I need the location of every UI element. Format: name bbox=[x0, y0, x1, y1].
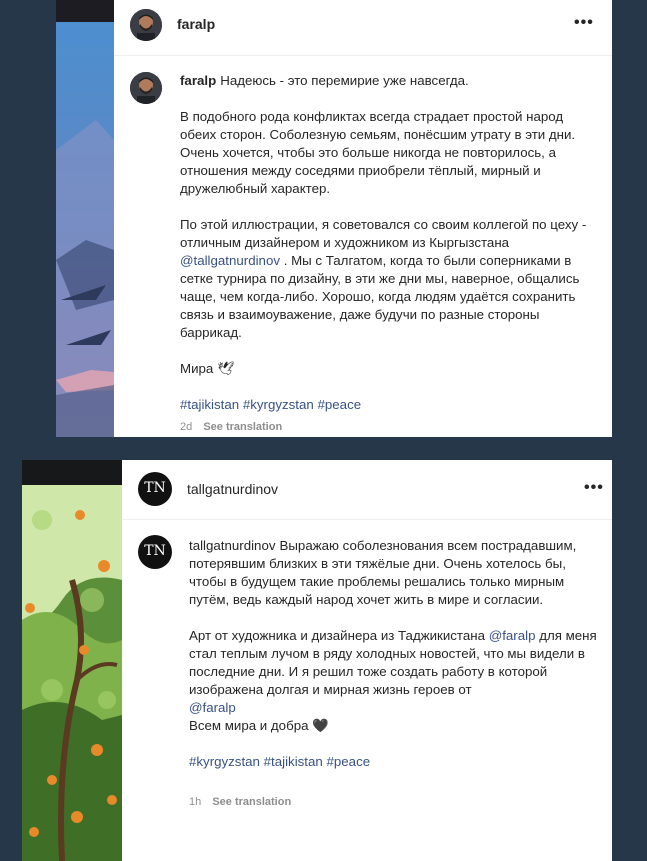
hashtag-link[interactable]: #tajikistan bbox=[264, 754, 323, 769]
post-image-illustration[interactable] bbox=[56, 0, 114, 437]
hashtags: #kyrgyzstan #tajikistan #peace bbox=[189, 753, 599, 771]
timestamp[interactable]: 2d bbox=[180, 421, 192, 433]
hashtags: #tajikistan #kyrgyzstan #peace bbox=[180, 396, 598, 414]
caption-paragraph: tallgatnurdinov Выражаю соболезнования вс… bbox=[189, 537, 599, 609]
post-panel-tallgatnurdinov: TN tallgatnurdinov ••• TN tallgatnurdino… bbox=[122, 460, 612, 861]
caption-paragraph: Мира 🕊 bbox=[180, 361, 234, 376]
caption-username[interactable]: tallgatnurdinov bbox=[189, 538, 276, 553]
post-panel-faralp: faralp ••• faralp Надеюсь - это перемирие… bbox=[114, 0, 612, 437]
avatar-photo-icon bbox=[130, 72, 162, 104]
see-translation-button[interactable]: See translation bbox=[203, 421, 282, 433]
avatar-monogram: TN bbox=[144, 480, 166, 496]
hashtag-link[interactable]: #peace bbox=[327, 754, 371, 769]
post-header: TN tallgatnurdinov ••• bbox=[122, 460, 612, 520]
caption-text: Арт от художника и дизайнера из Таджикис… bbox=[189, 628, 486, 643]
more-options-icon[interactable]: ••• bbox=[584, 479, 604, 497]
comment-meta: 1h See translation bbox=[189, 796, 291, 808]
post-card-faralp: faralp ••• faralp Надеюсь - это перемирие… bbox=[56, 0, 612, 437]
caption-username[interactable]: faralp bbox=[180, 73, 216, 88]
avatar-monogram: TN bbox=[144, 543, 166, 559]
caption-text: По этой иллюстрации, я советовался со св… bbox=[180, 217, 587, 250]
avatar-photo-icon bbox=[130, 9, 162, 41]
avatar-tallgatnurdinov[interactable]: TN bbox=[138, 472, 172, 506]
caption-paragraph: В подобного рода конфликтах всегда страд… bbox=[180, 109, 576, 196]
more-options-icon[interactable]: ••• bbox=[574, 14, 594, 32]
hashtag-link[interactable]: #peace bbox=[318, 397, 362, 412]
hashtag-link[interactable]: #kyrgyzstan bbox=[243, 397, 314, 412]
caption-text: Надеюсь - это перемирие уже навсегда. bbox=[220, 73, 469, 88]
hashtag-link[interactable]: #kyrgyzstan bbox=[189, 754, 260, 769]
caption-paragraph: По этой иллюстрации, я советовался со св… bbox=[180, 216, 598, 342]
post-header: faralp ••• bbox=[114, 0, 612, 56]
post-card-tallgatnurdinov: TN tallgatnurdinov ••• TN tallgatnurdino… bbox=[22, 460, 612, 861]
hashtag-link[interactable]: #tajikistan bbox=[180, 397, 239, 412]
mention-link[interactable]: @faralp bbox=[189, 700, 236, 715]
timestamp[interactable]: 1h bbox=[189, 796, 201, 808]
username[interactable]: faralp bbox=[177, 16, 215, 32]
caption-paragraph: faralp Надеюсь - это перемирие уже навсег… bbox=[180, 72, 598, 90]
caption: tallgatnurdinov Выражаю соболезнования вс… bbox=[189, 537, 599, 771]
see-translation-button[interactable]: See translation bbox=[212, 796, 291, 808]
caption-paragraph: Арт от художника и дизайнера из Таджикис… bbox=[189, 627, 599, 735]
comment-meta: 2d See translation bbox=[180, 421, 282, 433]
mention-link[interactable]: @tallgatnurdinov bbox=[180, 253, 280, 268]
caption-text: Всем мира и добра 🖤 bbox=[189, 718, 329, 733]
comment-avatar-tallgatnurdinov[interactable]: TN bbox=[138, 535, 172, 569]
avatar-faralp[interactable] bbox=[130, 9, 162, 41]
comment-avatar-faralp[interactable] bbox=[130, 72, 162, 104]
post-image-illustration[interactable] bbox=[22, 460, 122, 861]
mention-link[interactable]: @faralp bbox=[489, 628, 536, 643]
caption: faralp Надеюсь - это перемирие уже навсег… bbox=[180, 72, 598, 414]
username[interactable]: tallgatnurdinov bbox=[187, 481, 278, 497]
